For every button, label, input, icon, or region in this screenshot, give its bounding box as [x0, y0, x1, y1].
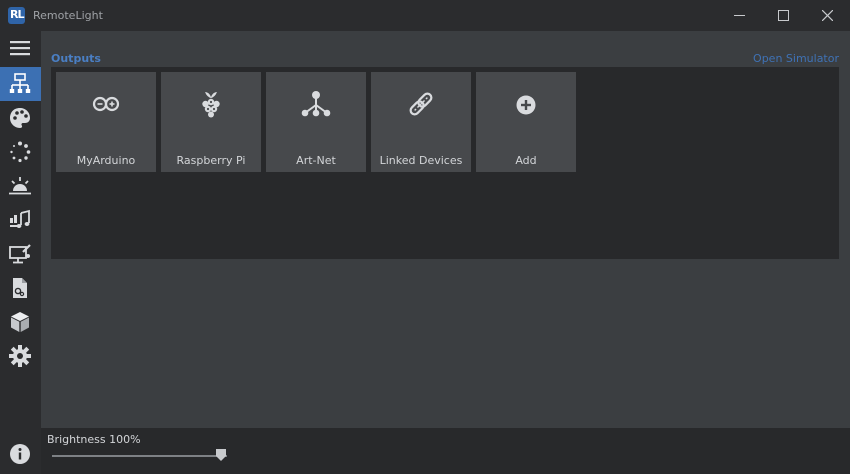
- sidebar-item-plugins[interactable]: [0, 305, 41, 339]
- sidebar-item-colors[interactable]: [0, 101, 41, 135]
- network-icon: [301, 91, 331, 117]
- link-icon: [409, 92, 433, 116]
- outputs-page: Outputs Open Simulator MyArduino Raspber…: [41, 31, 850, 428]
- close-icon: [822, 10, 833, 21]
- menu-icon: [10, 41, 30, 56]
- brightness-slider-thumb[interactable]: [216, 449, 226, 461]
- info-icon: [10, 444, 30, 464]
- output-tile-add[interactable]: Add: [476, 72, 576, 172]
- sidebar-item-screen-color[interactable]: [0, 237, 41, 271]
- sidebar-item-scripts[interactable]: [0, 271, 41, 305]
- outputs-panel: MyArduino Raspberry Pi Art-Net Linked De…: [51, 67, 839, 259]
- sidebar-item-outputs[interactable]: [0, 67, 41, 101]
- minimize-icon: [734, 15, 745, 16]
- brightness-slider[interactable]: [52, 455, 227, 457]
- settings-icon: [9, 345, 31, 367]
- sidebar-item-music-sync[interactable]: [0, 203, 41, 237]
- app-window: RL RemoteLight Outputs Open Simulator My…: [0, 0, 850, 474]
- sidebar: [0, 31, 41, 474]
- minimize-button[interactable]: [716, 0, 762, 31]
- tile-label: MyArduino: [76, 154, 136, 167]
- tile-label: Linked Devices: [379, 154, 463, 167]
- window-title: RemoteLight: [33, 9, 103, 22]
- tile-label: Art-Net: [296, 154, 336, 167]
- raspberry-pi-icon: [202, 92, 220, 118]
- close-button[interactable]: [804, 0, 850, 31]
- sidebar-item-scenes[interactable]: [0, 169, 41, 203]
- arduino-icon: [92, 96, 120, 112]
- outputs-icon: [9, 73, 31, 93]
- output-tile-art-net[interactable]: Art-Net: [266, 72, 366, 172]
- add-icon: [516, 95, 536, 115]
- scenes-icon: [9, 177, 31, 195]
- outputs-title: Outputs: [51, 52, 101, 65]
- output-tile-myarduino[interactable]: MyArduino: [56, 72, 156, 172]
- output-tile-raspberry-pi[interactable]: Raspberry Pi: [161, 72, 261, 172]
- scripts-icon: [13, 278, 27, 298]
- tile-label: Raspberry Pi: [176, 154, 246, 167]
- app-logo-icon: RL: [8, 7, 25, 24]
- open-simulator-link[interactable]: Open Simulator: [753, 52, 839, 65]
- palette-icon: [10, 108, 30, 128]
- maximize-button[interactable]: [760, 0, 806, 31]
- plugins-icon: [11, 312, 29, 332]
- output-tile-linked-devices[interactable]: Linked Devices: [371, 72, 471, 172]
- brightness-label: Brightness 100%: [47, 433, 141, 446]
- title-bar[interactable]: RL RemoteLight: [0, 0, 850, 31]
- tile-label: Add: [515, 154, 537, 167]
- screen-color-icon: [9, 244, 31, 264]
- sidebar-item-animations[interactable]: [0, 135, 41, 169]
- animations-icon: [10, 141, 31, 163]
- sidebar-menu-toggle[interactable]: [0, 31, 41, 65]
- sidebar-item-about[interactable]: [0, 437, 41, 471]
- maximize-icon: [778, 10, 789, 21]
- bottom-bar: Brightness 100%: [41, 428, 850, 474]
- sidebar-item-settings[interactable]: [0, 339, 41, 373]
- music-sync-icon: [10, 209, 30, 228]
